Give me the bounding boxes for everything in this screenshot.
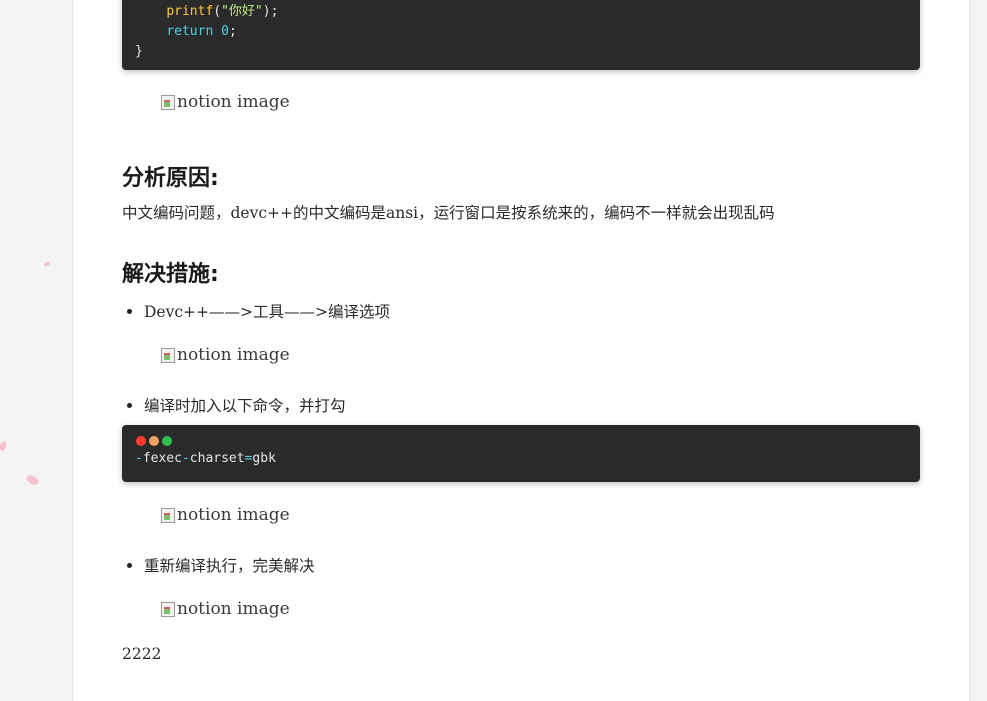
list-item-text: 编译时加入以下命令，并打勾 <box>144 397 346 415</box>
code-token: ); <box>262 4 279 19</box>
code-block-c: printf("你好"); return 0; } <box>122 0 920 70</box>
code-token: charset <box>189 451 245 466</box>
maximize-dot-icon <box>162 436 172 446</box>
section-heading: 解决措施: <box>122 262 219 287</box>
close-dot-icon <box>136 436 146 446</box>
paragraph: 中文编码问题，devc++的中文编码是ansi，运行窗口是按系统来的，编码不一样… <box>122 204 775 222</box>
broken-image-icon <box>160 507 176 523</box>
notion-image: notion image <box>160 599 290 619</box>
article-page: printf("你好"); return 0; } notion image 分… <box>72 0 970 701</box>
code-token: return <box>166 24 214 39</box>
broken-image-icon <box>160 94 176 110</box>
list-item: Devc++——>工具——>编译选项 <box>122 300 390 322</box>
code-token: - <box>135 451 143 466</box>
code-token: - <box>181 451 190 466</box>
bullet-icon <box>127 562 132 568</box>
image-alt-text: notion image <box>177 505 290 525</box>
image-alt-text: notion image <box>177 345 290 365</box>
code-token: ( <box>213 4 222 19</box>
code-token: "你好" <box>221 4 263 19</box>
window-controls <box>136 433 175 446</box>
code-token: printf <box>166 4 214 19</box>
code-line: printf("你好"); <box>135 2 920 22</box>
image-alt-text: notion image <box>177 599 290 619</box>
code-line: -fexec-charset=gbk <box>135 449 276 469</box>
code-line: } <box>135 42 920 62</box>
code-token: gbk <box>252 451 276 466</box>
notion-image: notion image <box>160 345 290 365</box>
broken-image-icon <box>160 601 176 617</box>
petal-decoration <box>0 440 8 452</box>
list-item: 重新编译执行，完美解决 <box>122 554 315 576</box>
section-heading: 分析原因: <box>122 166 219 191</box>
minimize-dot-icon <box>149 436 159 446</box>
code-token: ; <box>228 24 237 39</box>
code-block-command: -fexec-charset=gbk <box>122 425 920 482</box>
code-line: return 0; <box>135 22 920 42</box>
bullet-icon <box>127 402 132 408</box>
image-alt-text: notion image <box>177 92 290 112</box>
list-item-text: 重新编译执行，完美解决 <box>144 557 315 575</box>
notion-image: notion image <box>160 505 290 525</box>
code-token: } <box>135 44 143 59</box>
petal-decoration <box>24 473 41 487</box>
list-item: 编译时加入以下命令，并打勾 <box>122 394 346 416</box>
broken-image-icon <box>160 347 176 363</box>
paragraph: 2222 <box>122 645 162 663</box>
code-token: 0 <box>221 24 229 39</box>
notion-image: notion image <box>160 92 290 112</box>
bullet-icon <box>127 308 132 314</box>
code-token: fexec <box>142 451 182 466</box>
petal-decoration <box>43 260 51 268</box>
list-item-text: Devc++——>工具——>编译选项 <box>144 303 390 321</box>
